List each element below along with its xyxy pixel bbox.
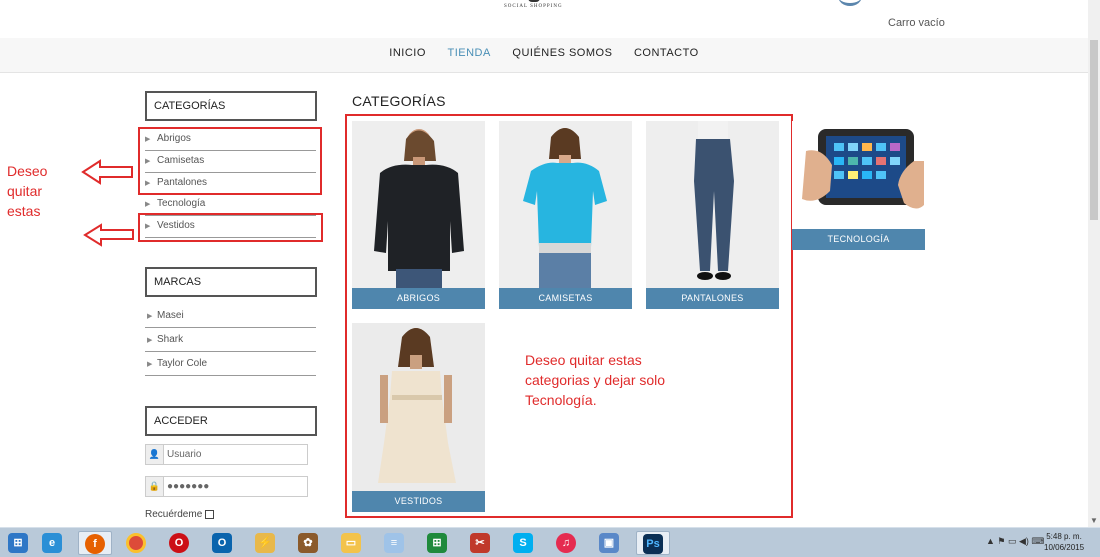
page-title: CATEGORÍAS xyxy=(352,93,446,109)
lock-icon: 🔒 xyxy=(146,477,164,496)
card-label[interactable]: TECNOLOGÍA xyxy=(792,229,925,250)
photoshop-icon[interactable]: Ps xyxy=(636,531,670,555)
sidebar-item-taylor-cole[interactable]: ▶ Taylor Cole xyxy=(145,354,316,376)
skype-icon[interactable]: S xyxy=(507,531,541,555)
chevron-right-icon: ▶ xyxy=(145,201,151,208)
cart-status[interactable]: Carro vacío xyxy=(888,17,945,29)
remember-checkbox[interactable] xyxy=(205,509,215,519)
winamp-icon[interactable]: ⚡ xyxy=(249,531,283,555)
file-explorer-icon[interactable]: ▭ xyxy=(335,531,369,555)
annotation-note-left: Deseo quitar estas xyxy=(7,161,47,221)
category-card-camisetas[interactable]: CAMISETAS xyxy=(499,121,632,309)
nav-item-inicio[interactable]: INICIO xyxy=(389,47,426,59)
annotation-note-center: Deseo quitar estas categorias y dejar so… xyxy=(525,350,665,410)
sidebar-item-shark[interactable]: ▶ Shark xyxy=(145,330,316,352)
category-card-pantalones[interactable]: PANTALONES xyxy=(646,121,779,309)
jacket-image[interactable] xyxy=(352,121,485,288)
main-nav: INICIO TIENDA QUIÉNES SOMOS CONTACTO xyxy=(0,47,1088,59)
jeans-image[interactable] xyxy=(646,121,779,288)
nav-item-quienes-somos[interactable]: QUIÉNES SOMOS xyxy=(512,47,612,59)
sidebar-login-title: ACCEDER xyxy=(145,406,317,436)
chevron-right-icon: ▶ xyxy=(147,361,153,368)
chevron-right-icon: ▶ xyxy=(147,337,153,344)
category-card-vestidos[interactable]: VESTIDOS xyxy=(352,323,485,512)
scroll-down-arrow-icon[interactable]: ▼ xyxy=(1089,516,1099,526)
logo-subtitle: SOCIAL SHOPPING xyxy=(504,4,563,9)
clock[interactable]: 5:48 p. m. 10/06/2015 xyxy=(1044,531,1084,553)
password-field[interactable]: 🔒 ●●●●●●● xyxy=(145,476,308,497)
note-line: Deseo quitar estas xyxy=(525,352,642,368)
note-line: categorias y dejar solo xyxy=(525,372,666,388)
sidebar-brands-title: MARCAS xyxy=(145,267,317,297)
arrow-left-icon xyxy=(81,159,133,185)
firefox-icon[interactable]: f xyxy=(78,531,112,555)
sidebar-item-label: Masei xyxy=(157,310,184,321)
start-button[interactable]: ⊞ xyxy=(2,531,36,555)
site-header: SOCIAL SHOPPING Carro vacío xyxy=(0,0,1088,40)
logo-icon[interactable] xyxy=(528,0,540,2)
tshirt-image[interactable] xyxy=(499,121,632,288)
category-card-tecnologia[interactable]: TECNOLOGÍA xyxy=(792,121,925,250)
category-card-abrigos[interactable]: ABRIGOS xyxy=(352,121,485,309)
sidebar-item-label: Tecnología xyxy=(157,198,206,209)
photo-viewer-icon[interactable]: ▣ xyxy=(593,531,627,555)
cart-icon[interactable] xyxy=(838,0,862,6)
card-label[interactable]: VESTIDOS xyxy=(352,491,485,512)
note-line: estas xyxy=(7,203,41,219)
opera-icon[interactable]: O xyxy=(163,531,197,555)
sidebar-item-label: Taylor Cole xyxy=(157,358,208,369)
notepad-icon[interactable]: ≡ xyxy=(378,531,412,555)
note-line: Deseo xyxy=(7,163,48,179)
card-label[interactable]: PANTALONES xyxy=(646,288,779,309)
snipping-tool-icon[interactable]: ✂ xyxy=(464,531,498,555)
browser-page: SOCIAL SHOPPING Carro vacío INICIO TIEND… xyxy=(0,0,1100,557)
gimp-icon[interactable]: ✿ xyxy=(292,531,326,555)
excel-icon[interactable]: ⊞ xyxy=(421,531,455,555)
system-tray[interactable]: ▲ ⚑ ▭ ◀) ⌨ xyxy=(986,536,1044,547)
note-line: Tecnología. xyxy=(525,392,597,408)
nav-item-tienda[interactable]: TIENDA xyxy=(447,47,490,59)
password-value: ●●●●●●● xyxy=(167,481,210,492)
scrollbar-thumb[interactable] xyxy=(1090,40,1098,220)
internet-explorer-icon[interactable]: e xyxy=(36,531,70,555)
sidebar-categories-title: CATEGORÍAS xyxy=(145,91,317,121)
clock-time: 5:48 p. m. xyxy=(1046,532,1082,541)
card-label[interactable]: ABRIGOS xyxy=(352,288,485,309)
remember-label: Recuérdeme xyxy=(145,509,203,520)
nav-item-contacto[interactable]: CONTACTO xyxy=(634,47,699,59)
user-icon: 👤 xyxy=(146,445,164,464)
username-placeholder: Usuario xyxy=(167,449,202,460)
remember-me[interactable]: Recuérdeme xyxy=(145,509,215,520)
annotation-box-sidebar-top xyxy=(138,127,322,195)
note-line: quitar xyxy=(7,183,43,199)
chevron-right-icon: ▶ xyxy=(147,313,153,320)
card-label[interactable]: CAMISETAS xyxy=(499,288,632,309)
clock-date: 10/06/2015 xyxy=(1044,543,1085,552)
dress-image[interactable] xyxy=(352,323,485,491)
outlook-icon[interactable]: O xyxy=(206,531,240,555)
sidebar-item-label: Shark xyxy=(157,334,184,345)
annotation-box-sidebar-vestidos xyxy=(138,213,323,242)
username-field[interactable]: 👤 Usuario xyxy=(145,444,308,465)
itunes-icon[interactable]: ♫ xyxy=(550,531,584,555)
chrome-icon[interactable] xyxy=(120,531,154,555)
tablet-image[interactable] xyxy=(792,121,925,229)
sidebar-item-masei[interactable]: ▶ Masei xyxy=(145,306,316,328)
arrow-left-icon xyxy=(83,223,134,247)
